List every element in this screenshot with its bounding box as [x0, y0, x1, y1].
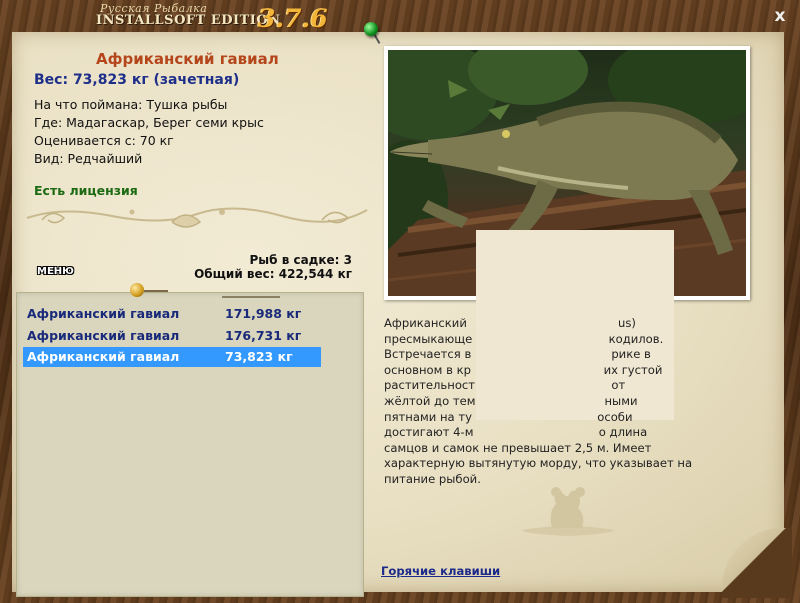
fish-silhouette-icon: [522, 487, 614, 536]
description-line: основном в кр их густой: [384, 362, 663, 377]
value-threshold: Оценивается с: 70 кг: [34, 133, 174, 148]
list-item-weight: 73,823 кг: [225, 349, 293, 364]
green-pin-icon: [364, 22, 378, 36]
fish-info: На что поймана: Тушка рыбы Где: Мадагаск…: [34, 96, 264, 168]
description-line: самцов и самок не превышает 2,5 м. Имеет: [384, 440, 652, 455]
pin-line: [144, 290, 168, 292]
total-weight: Общий вес: 422,544 кг: [194, 267, 352, 281]
description-line: характерную вытянутую морду, что указыва…: [384, 456, 693, 471]
description-line: пятнами на ту особи: [384, 409, 633, 424]
caught-with: На что поймана: Тушка рыбы: [34, 97, 228, 112]
logo-title: INSTALLSOFT EDITION: [96, 13, 281, 28]
list-item-name: Африканский гавиал: [27, 306, 180, 321]
catch-location: Где: Мадагаскар, Берег семи крыс: [34, 115, 264, 130]
list-item-selected[interactable]: Африканский гавиал 73,823 кг: [23, 347, 321, 367]
yellow-pin-icon: [130, 283, 144, 297]
list-item[interactable]: Африканский гавиал 171,988 кг: [23, 304, 321, 324]
version-label: 3.7.6: [258, 4, 328, 33]
fish-weight: Вес: 73,823 кг (зачетная): [34, 72, 240, 88]
list-item-weight: 176,731 кг: [225, 328, 302, 343]
menu-button[interactable]: МЕНЮ: [33, 266, 78, 277]
hotkeys-link[interactable]: Горячие клавиши: [381, 564, 500, 578]
list-item-weight: 171,988 кг: [225, 306, 302, 321]
close-button[interactable]: x: [770, 6, 790, 26]
description-line: Встречается в рике в: [384, 347, 651, 362]
description-line: растительност от: [384, 378, 626, 393]
description-line: жёлтой до тем ными: [384, 393, 638, 408]
fish-description: Африканский us) пресмыкающе кодилов. Вст…: [384, 316, 744, 488]
description-line: достигают 4-м о длина: [384, 425, 648, 440]
list-item[interactable]: Африканский гавиал 176,731 кг: [23, 326, 321, 346]
fish-count: Рыб в садке: 3: [249, 253, 353, 267]
pin-line: [222, 296, 280, 298]
description-line: пресмыкающе кодилов.: [384, 331, 664, 346]
ornament-divider: [26, 207, 368, 228]
license-status: Есть лицензия: [34, 183, 138, 198]
list-item-name: Африканский гавиал: [27, 328, 180, 343]
fish-title: Африканский гавиал: [96, 50, 279, 68]
keepnet-stats: Рыб в садке: 3 Общий вес: 422,544 кг: [180, 253, 352, 281]
app-logo: Русская Рыбалка INSTALLSOFT EDITION 3.7.…: [96, 2, 336, 33]
list-item-name: Африканский гавиал: [27, 349, 180, 364]
description-line: Африканский us): [384, 316, 636, 330]
fish-kind: Вид: Редчайший: [34, 151, 143, 166]
